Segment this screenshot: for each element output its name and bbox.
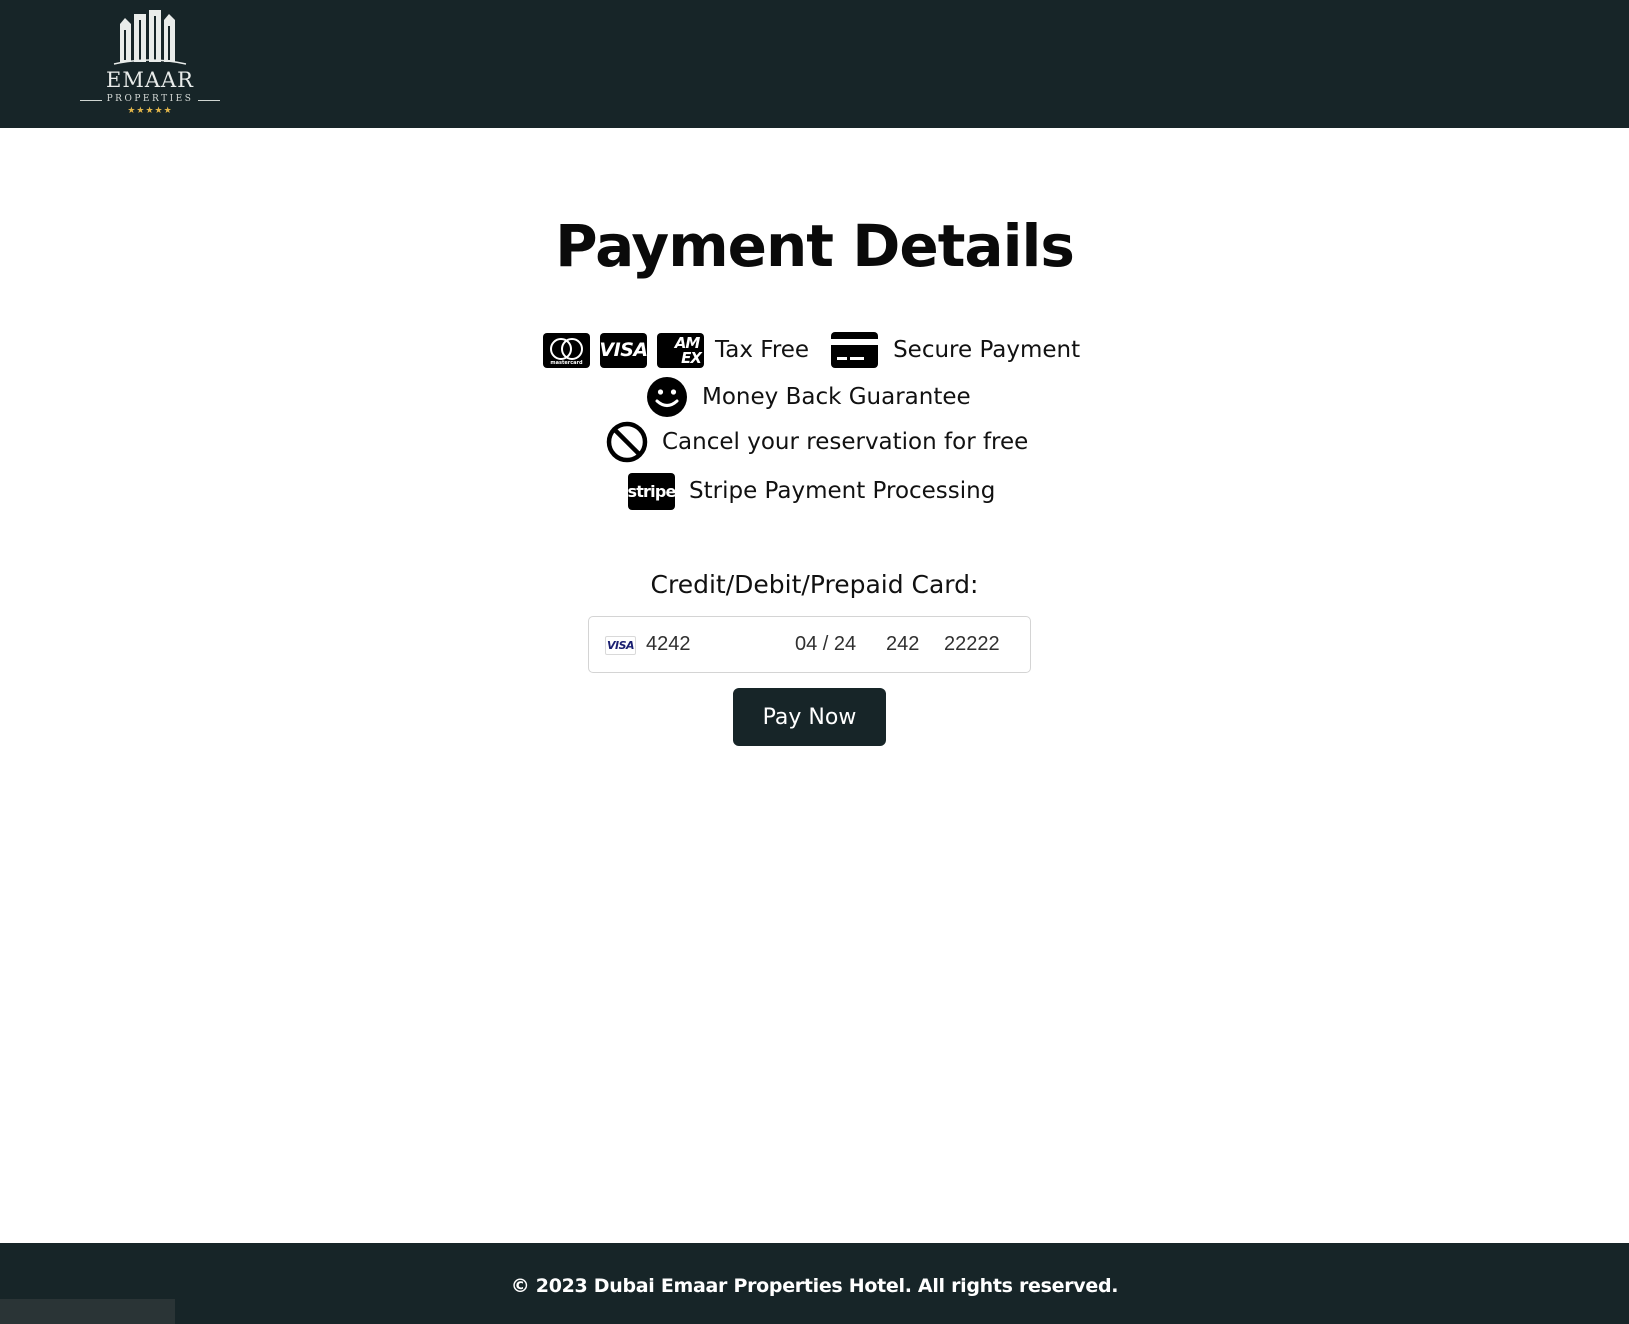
amex-icon: AM EX xyxy=(657,332,704,368)
credit-card-icon xyxy=(831,332,879,368)
footer-corner-panel xyxy=(0,1299,175,1324)
cancel-free-label: Cancel your reservation for free xyxy=(662,429,1029,455)
card-brand-visa-icon: VISA xyxy=(605,636,636,655)
visa-icon: VISA xyxy=(600,332,647,368)
page-title: Payment Details xyxy=(555,212,1075,280)
footer-copyright: © 2023 Dubai Emaar Properties Hotel. All… xyxy=(510,1275,1119,1297)
logo-divider-right xyxy=(198,100,220,101)
emaar-logo[interactable]: EMAAR PROPERTIES ★★★★★ xyxy=(80,6,220,120)
site-header: EMAAR PROPERTIES ★★★★★ xyxy=(0,0,1629,128)
logo-name: EMAAR xyxy=(106,68,194,92)
tax-free-label: Tax Free xyxy=(715,337,810,363)
secure-payment-label: Secure Payment xyxy=(893,337,1081,363)
site-footer: © 2023 Dubai Emaar Properties Hotel. All… xyxy=(0,1243,1629,1324)
building-logo-icon xyxy=(113,10,187,65)
card-input-field[interactable]: VISA 4242 04 / 24 242 22222 xyxy=(588,616,1031,673)
card-zip-input[interactable]: 22222 xyxy=(944,633,1000,656)
money-back-label: Money Back Guarantee xyxy=(702,384,971,410)
svg-text:EX: EX xyxy=(681,349,703,367)
ban-icon xyxy=(606,421,648,463)
card-number-input[interactable]: 4242 xyxy=(646,633,691,656)
pay-now-button[interactable]: Pay Now xyxy=(733,688,886,746)
mastercard-icon: mastercard xyxy=(543,332,590,368)
features-row-cancel: Cancel your reservation for free xyxy=(606,420,1028,464)
card-expiry-input[interactable]: 04 / 24 xyxy=(795,633,856,656)
logo-stars: ★★★★★ xyxy=(127,106,173,116)
stripe-processing-label: Stripe Payment Processing xyxy=(689,478,996,504)
mastercard-text: mastercard xyxy=(550,360,583,366)
logo-subtitle: PROPERTIES xyxy=(106,94,194,104)
smiley-icon xyxy=(646,376,688,418)
card-form-label: Credit/Debit/Prepaid Card: xyxy=(650,570,979,599)
card-cvc-input[interactable]: 242 xyxy=(886,633,919,656)
features-row-cards: mastercard VISA AM EX Tax Free Secure Pa… xyxy=(543,328,1080,372)
features-row-money-back: Money Back Guarantee xyxy=(646,375,971,419)
features-row-stripe: stripe Stripe Payment Processing xyxy=(627,469,996,513)
stripe-icon: stripe xyxy=(627,472,676,510)
